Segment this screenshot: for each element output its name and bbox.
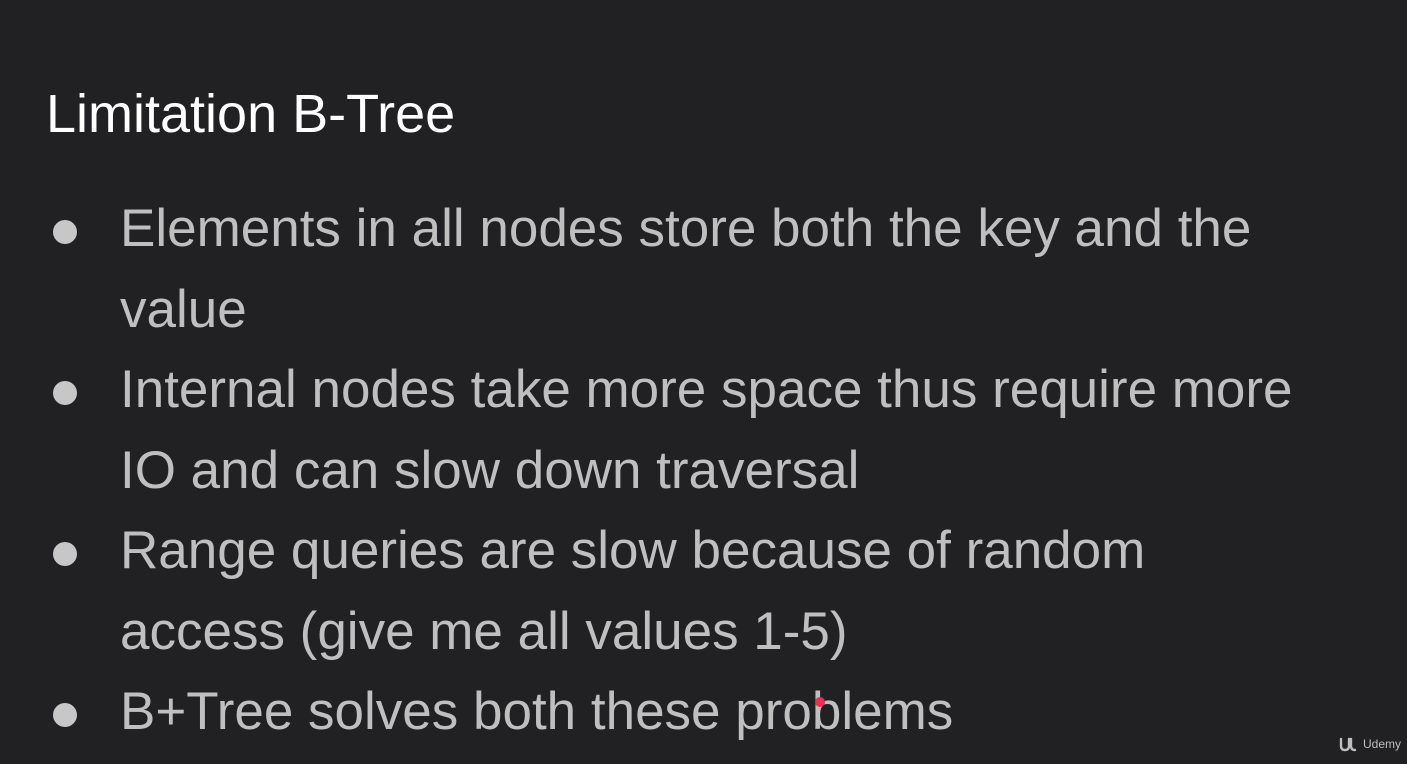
- slide: Limitation B-Tree Elements in all nodes …: [0, 0, 1407, 764]
- bullet-dot-icon: [53, 542, 77, 566]
- bullet-text-line: Internal nodes take more space thus requ…: [120, 360, 1293, 419]
- bullet-dot-icon: [53, 381, 77, 405]
- bullet-text-line: access (give me all values 1-5): [120, 602, 848, 661]
- bullet-dot-icon: [53, 703, 77, 727]
- udemy-watermark: Udemy: [1339, 736, 1401, 752]
- watermark-label: Udemy: [1362, 737, 1401, 751]
- bullet-text-line: Range queries are slow because of random: [120, 521, 1146, 580]
- bullet-list: Elements in all nodes store both the key…: [0, 0, 1407, 764]
- bullet-text-line: value: [120, 280, 247, 339]
- udemy-logo-icon: [1339, 736, 1359, 752]
- bullet-dot-icon: [53, 220, 77, 244]
- laser-pointer-icon: [815, 697, 825, 707]
- bullet-text-line: Elements in all nodes store both the key…: [120, 199, 1252, 258]
- bullet-text-line: B+Tree solves both these problems: [120, 682, 954, 741]
- bullet-text-line: IO and can slow down traversal: [120, 441, 860, 500]
